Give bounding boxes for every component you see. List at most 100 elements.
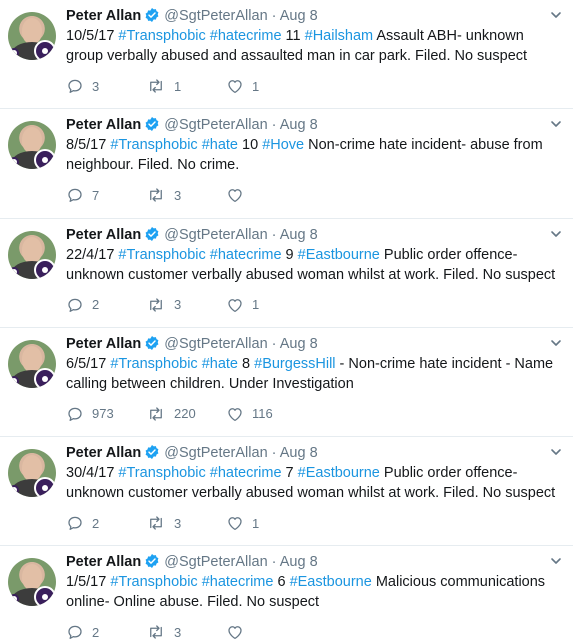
tweet[interactable]: Peter Allan @SgtPeterAllan · Aug 8 8/5/17… (0, 109, 573, 219)
avatar-dot (9, 266, 19, 277)
like-button[interactable]: 1 (226, 77, 306, 95)
author-name[interactable]: Peter Allan (66, 8, 141, 24)
hashtag-link[interactable]: #Eastbourne (298, 247, 380, 263)
chevron-down-icon[interactable] (549, 555, 563, 569)
retweet-button[interactable]: 3 (146, 186, 226, 204)
tweet-date[interactable]: Aug 8 (280, 227, 318, 243)
separator: · (271, 117, 277, 134)
tweet-actions: 73 (66, 185, 563, 205)
reply-count: 3 (92, 78, 100, 94)
avatar[interactable] (8, 121, 56, 170)
avatar[interactable] (8, 339, 56, 388)
tweet-date[interactable]: Aug 8 (280, 8, 318, 24)
tweet[interactable]: Peter Allan @SgtPeterAllan · Aug 8 30/4/1… (0, 437, 573, 547)
hashtag-link[interactable]: #Transphobic (118, 28, 205, 44)
tweet-actions: 973 220 116 (66, 404, 563, 424)
hashtag-link[interactable]: #hate (202, 137, 238, 153)
heart-icon (226, 186, 244, 204)
hashtag-link[interactable]: #Transphobic (118, 247, 205, 263)
author-name[interactable]: Peter Allan (66, 117, 141, 133)
avatar-face (22, 18, 42, 44)
hashtag-link[interactable]: #Hailsham (305, 28, 374, 44)
hashtag-link[interactable]: #Transphobic (110, 574, 197, 590)
hashtag-link[interactable]: #Transphobic (110, 356, 197, 372)
reply-button[interactable]: 3 (66, 77, 146, 95)
author-handle[interactable]: @SgtPeterAllan (164, 336, 267, 352)
tweet-date-ref: 30/4/17 (66, 465, 119, 482)
hashtag-link[interactable]: #hate (202, 356, 238, 372)
reply-count: 2 (92, 515, 100, 531)
chevron-down-icon[interactable] (549, 9, 563, 23)
retweet-button[interactable]: 220 (146, 405, 226, 423)
tweet-date[interactable]: Aug 8 (280, 445, 318, 461)
verified-badge-icon (144, 116, 160, 137)
retweet-button[interactable]: 3 (146, 623, 226, 641)
heart-icon (226, 405, 244, 423)
retweet-icon (146, 296, 166, 314)
hashtag-link[interactable]: #Transphobic (118, 465, 205, 481)
hashtag-link[interactable]: #hatecrime (210, 247, 282, 263)
tweet-feed: Peter Allan @SgtPeterAllan · Aug 8 10/5/1… (0, 0, 573, 643)
separator: · (271, 554, 277, 571)
avatar-badge (34, 586, 56, 607)
reply-count: 2 (92, 624, 100, 640)
tweet-text: 22/4/17 #Transphobic #hatecrime 9 #Eastb… (66, 245, 559, 285)
chevron-down-icon[interactable] (549, 228, 563, 242)
like-count: 1 (252, 78, 260, 94)
like-button[interactable]: 1 (226, 296, 306, 314)
reply-button[interactable]: 7 (66, 186, 146, 204)
author-handle[interactable]: @SgtPeterAllan (164, 117, 267, 133)
like-button[interactable]: 1 (226, 514, 306, 532)
like-button[interactable] (226, 186, 306, 204)
reply-button[interactable]: 2 (66, 623, 146, 641)
separator: · (271, 226, 277, 243)
avatar[interactable] (8, 449, 56, 498)
retweet-button[interactable]: 3 (146, 296, 226, 314)
like-button[interactable]: 116 (226, 405, 306, 423)
author-handle[interactable]: @SgtPeterAllan (164, 227, 267, 243)
reply-button[interactable]: 2 (66, 514, 146, 532)
tweet-date[interactable]: Aug 8 (280, 336, 318, 352)
like-button[interactable] (226, 623, 306, 641)
reply-icon (66, 623, 84, 641)
tweet-date[interactable]: Aug 8 (280, 554, 318, 570)
reply-button[interactable]: 2 (66, 296, 146, 314)
tweet[interactable]: Peter Allan @SgtPeterAllan · Aug 8 6/5/17… (0, 328, 573, 438)
avatar[interactable] (8, 230, 56, 279)
hashtag-link[interactable]: #hatecrime (210, 28, 282, 44)
avatar[interactable] (8, 558, 56, 607)
author-handle[interactable]: @SgtPeterAllan (164, 445, 267, 461)
tweet[interactable]: Peter Allan @SgtPeterAllan · Aug 8 10/5/1… (0, 0, 573, 110)
author-name[interactable]: Peter Allan (66, 336, 141, 352)
hashtag-link[interactable]: #BurgessHill (254, 356, 335, 372)
author-handle[interactable]: @SgtPeterAllan (164, 554, 267, 570)
chevron-down-icon[interactable] (549, 337, 563, 351)
avatar-badge (34, 258, 56, 279)
hashtag-link[interactable]: #Eastbourne (290, 574, 372, 590)
chevron-down-icon[interactable] (549, 118, 563, 132)
heart-icon (226, 77, 244, 95)
tweet[interactable]: Peter Allan @SgtPeterAllan · Aug 8 22/4/1… (0, 219, 573, 328)
author-name[interactable]: Peter Allan (66, 554, 141, 570)
tweet-header: Peter Allan @SgtPeterAllan · Aug 8 (66, 444, 543, 465)
reply-icon (66, 186, 84, 204)
separator: · (271, 335, 277, 352)
author-name[interactable]: Peter Allan (66, 227, 141, 243)
hashtag-link[interactable]: #hatecrime (210, 465, 282, 481)
tweet[interactable]: Peter Allan @SgtPeterAllan · Aug 8 1/5/17… (0, 546, 573, 643)
hashtag-link[interactable]: #Transphobic (110, 137, 197, 153)
tweet-number: 7 (281, 465, 298, 482)
tweet-date[interactable]: Aug 8 (280, 117, 318, 133)
retweet-button[interactable]: 3 (146, 514, 226, 532)
reply-icon (66, 77, 84, 95)
author-name[interactable]: Peter Allan (66, 445, 141, 461)
hashtag-link[interactable]: #Hove (262, 137, 304, 153)
avatar[interactable] (8, 12, 56, 60)
avatar-badge (34, 477, 56, 498)
hashtag-link[interactable]: #hatecrime (202, 574, 274, 590)
author-handle[interactable]: @SgtPeterAllan (164, 8, 267, 24)
reply-button[interactable]: 973 (66, 405, 146, 423)
chevron-down-icon[interactable] (549, 446, 563, 460)
hashtag-link[interactable]: #Eastbourne (298, 465, 380, 481)
retweet-button[interactable]: 1 (146, 77, 226, 95)
